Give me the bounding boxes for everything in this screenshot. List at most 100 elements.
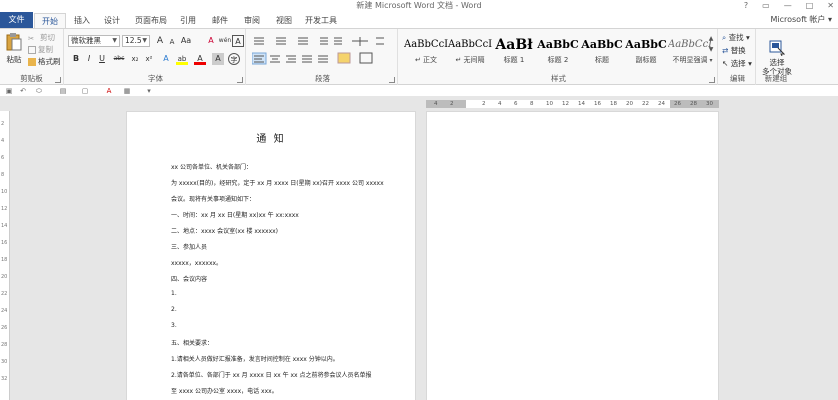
- document-line: 3.: [171, 322, 177, 329]
- styles-group: AaBbCcI ↵ 正文 AaBbCcI ↵ 无间隔 AaBł 标题 1 AaBbC 标…: [400, 29, 718, 85]
- shrink-font-button[interactable]: A: [166, 36, 178, 48]
- document-line: 一、时间：xx 月 xx 日(星期 xx)xx 午 xx:xxxx: [171, 212, 299, 219]
- horizontal-ruler[interactable]: 4 2 2 4 6 8 10 12 14 16 18 20 22 24 26 28 30: [426, 100, 719, 108]
- font-name-select[interactable]: 微软雅黑 ▼: [68, 35, 120, 47]
- page-icon[interactable]: ▢: [80, 87, 90, 95]
- vruler-tick: 24: [1, 308, 8, 314]
- tab-mailings[interactable]: 邮件: [206, 13, 234, 28]
- title-bar: 新建 Microsoft Word 文档 - Word ? ▭ — □ ✕: [0, 0, 838, 12]
- ruler-tick: 12: [562, 101, 569, 107]
- select-button[interactable]: ↖ 选择 ▾: [722, 58, 752, 69]
- ruler-tick: 26: [674, 101, 681, 107]
- vruler-tick: 16: [1, 240, 8, 246]
- document-line: 1.请相关人员做好汇报准备，发言时间控制在 xxxx 分钟以内。: [171, 356, 339, 363]
- ruler-tick: 18: [610, 101, 617, 107]
- insert-icon[interactable]: ▤: [58, 87, 68, 95]
- tab-design[interactable]: 设计: [98, 13, 126, 28]
- clipboard-group: 粘贴 ✂ 剪切 复制 格式刷 剪贴板: [0, 29, 64, 85]
- vruler-tick: 26: [1, 325, 8, 331]
- vruler-tick: 28: [1, 342, 8, 348]
- cut-label: 剪切: [40, 33, 55, 42]
- style-no-spacing[interactable]: AaBbCcI ↵ 无间隔: [448, 35, 492, 67]
- font-size-select[interactable]: 12.5 ▼: [122, 35, 150, 47]
- document-line: 2.请各单位、各部门于 xx 月 xxxx 日 xx 午 xx 点之前将参会议人…: [171, 372, 372, 379]
- document-line: 2.: [171, 306, 177, 313]
- ribbon-display-icon[interactable]: ▭: [762, 0, 770, 12]
- vruler-tick: 32: [1, 376, 8, 382]
- clear-format-button[interactable]: A: [205, 35, 217, 47]
- brush-icon: [28, 58, 36, 66]
- select-objects-icon: [769, 40, 786, 57]
- paragraph-launcher-icon[interactable]: [389, 77, 395, 83]
- styles-scroll[interactable]: ▲ ▼ ▾: [707, 33, 715, 67]
- vruler-tick: 10: [1, 189, 8, 195]
- italic-button[interactable]: I: [83, 53, 95, 65]
- document-line: 五、相关要求：: [171, 340, 214, 347]
- window-controls: ? ▭ — □ ✕: [744, 0, 834, 12]
- vertical-ruler[interactable]: 2 4 6 8 10 12 14 16 18 20 22 24 26 28 30 32: [0, 111, 10, 400]
- replace-button[interactable]: ⇄ 替换: [722, 45, 746, 56]
- tab-insert[interactable]: 插入: [68, 13, 96, 28]
- enclose-char-button[interactable]: 字: [228, 53, 240, 65]
- table-icon[interactable]: ▦: [122, 87, 132, 95]
- superscript-button[interactable]: x²: [143, 53, 155, 65]
- cursor-icon: ↖: [722, 59, 729, 68]
- char-border-button[interactable]: A: [232, 35, 244, 47]
- paste-button[interactable]: 粘贴: [4, 32, 24, 66]
- style-normal[interactable]: AaBbCcI ↵ 正文: [404, 35, 448, 67]
- font-color-icon[interactable]: A: [104, 87, 114, 95]
- style-heading-1[interactable]: AaBł 标题 1: [492, 35, 536, 67]
- tab-file[interactable]: 文件: [0, 12, 33, 28]
- paste-label: 粘贴: [6, 55, 22, 64]
- account-menu[interactable]: Microsoft 帐户 ▾: [770, 14, 832, 25]
- ruler-toggle-icon[interactable]: ▣: [4, 87, 14, 95]
- minimize-icon[interactable]: —: [784, 0, 792, 12]
- paragraph-icons[interactable]: [252, 35, 392, 65]
- underline-button[interactable]: U: [96, 53, 108, 65]
- bold-button[interactable]: B: [70, 53, 82, 65]
- tab-developer[interactable]: 开发工具: [302, 13, 340, 28]
- tab-home[interactable]: 开始: [34, 13, 66, 28]
- maximize-icon[interactable]: □: [806, 0, 814, 12]
- vruler-tick: 22: [1, 291, 8, 297]
- font-group-label: 字体: [148, 74, 163, 83]
- style-subtitle[interactable]: AaBbC 副标题: [624, 35, 668, 67]
- tab-layout[interactable]: 页面布局: [130, 13, 172, 28]
- style-subtle-emphasis[interactable]: AaBbCcI 不明显强调: [668, 35, 712, 67]
- highlight-button[interactable]: ab: [176, 53, 188, 65]
- grow-font-button[interactable]: A: [154, 35, 166, 47]
- cut-button[interactable]: ✂ 剪切: [28, 32, 55, 43]
- close-icon[interactable]: ✕: [827, 0, 834, 12]
- format-painter-button[interactable]: 格式刷: [28, 56, 61, 67]
- shape-icon[interactable]: ⬭: [34, 87, 44, 95]
- replace-label: 替换: [730, 46, 746, 55]
- text-effects-button[interactable]: A: [160, 53, 172, 65]
- styles-launcher-icon[interactable]: [709, 77, 715, 83]
- style-title[interactable]: AaBbC 标题: [580, 35, 624, 67]
- subscript-button[interactable]: x₂: [129, 53, 141, 65]
- font-color-button[interactable]: A: [194, 53, 206, 65]
- change-case-button[interactable]: Aa: [179, 35, 193, 47]
- phonetic-guide-button[interactable]: wén: [218, 35, 232, 47]
- clipboard-group-label: 剪贴板: [20, 74, 43, 83]
- tab-view[interactable]: 视图: [270, 13, 298, 28]
- strikethrough-button[interactable]: abc: [111, 53, 127, 65]
- page-1[interactable]: 通 知 xx 公司各单位、机关各部门： 为 xxxxx(目的)，经研究，定于 xx…: [126, 111, 416, 400]
- tab-references[interactable]: 引用: [174, 13, 202, 28]
- ruler-tick: 4: [498, 101, 502, 107]
- tab-review[interactable]: 审阅: [238, 13, 266, 28]
- char-shading-button[interactable]: A: [212, 53, 224, 65]
- ruler-tick: 30: [706, 101, 713, 107]
- find-button[interactable]: ⌕ 查找 ▾: [722, 32, 750, 43]
- ruler-tick: 24: [658, 101, 665, 107]
- clipboard-launcher-icon[interactable]: [55, 77, 61, 83]
- font-group: 微软雅黑 ▼ 12.5 ▼ A A Aa A wén A B I U abc x₂ …: [66, 29, 246, 85]
- font-launcher-icon[interactable]: [237, 77, 243, 83]
- page-2[interactable]: [426, 111, 719, 400]
- help-icon[interactable]: ?: [744, 0, 748, 12]
- undo-icon[interactable]: ↶: [18, 87, 28, 95]
- copy-button[interactable]: 复制: [28, 44, 53, 55]
- ruler-tick: 2: [450, 101, 454, 107]
- style-heading-2[interactable]: AaBbC 标题 2: [536, 35, 580, 67]
- customize-icon[interactable]: ▾: [144, 87, 154, 95]
